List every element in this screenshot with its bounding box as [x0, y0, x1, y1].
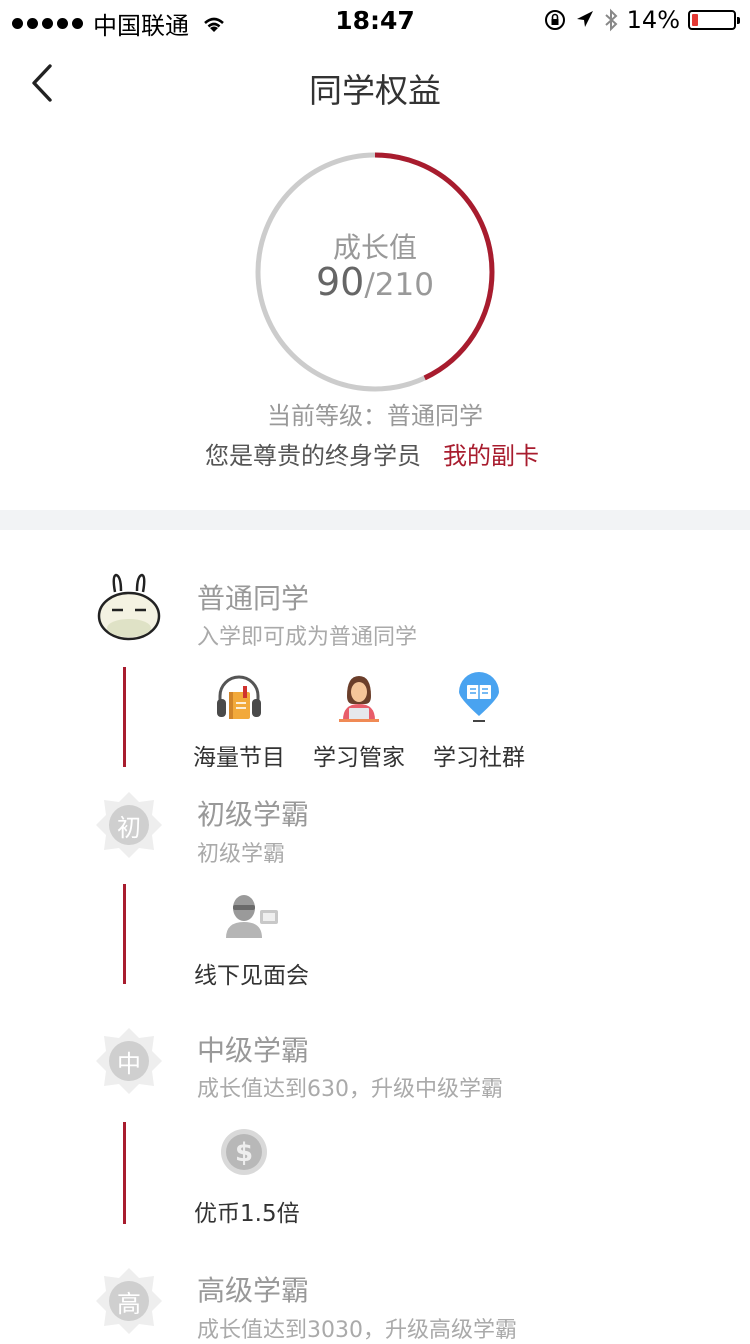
growth-current: 90: [316, 260, 365, 304]
tier-title: 中级学霸: [197, 1034, 310, 1067]
tier-badge: 中: [96, 1028, 162, 1094]
community-icon: [455, 672, 503, 724]
tier-badge: 高: [96, 1268, 162, 1334]
assistant-icon: [335, 672, 383, 724]
member-status: 您是尊贵的终身学员: [205, 442, 421, 470]
location-icon: [576, 11, 593, 27]
nav-bar: 同学权益: [0, 40, 750, 128]
orientation-lock-icon: [544, 10, 565, 30]
tier-badge: 初: [96, 792, 162, 858]
battery-percent: 14%: [626, 6, 680, 34]
tier-title: 高级学霸: [197, 1274, 310, 1307]
status-right: 14%: [543, 6, 740, 34]
current-level: 当前等级：普通同学: [267, 402, 483, 430]
rabbit-icon: [96, 572, 162, 641]
growth-total: /210: [364, 267, 434, 303]
perk-label: 海量节目: [193, 745, 285, 771]
coin-icon: $: [220, 1128, 268, 1180]
tier-title: 普通同学: [197, 582, 310, 615]
my-card-link[interactable]: 我的副卡: [443, 436, 539, 471]
perk-label: 优币1.5倍: [194, 1201, 300, 1227]
battery-icon: [688, 10, 740, 30]
tier-connector: [123, 884, 126, 984]
tier-title: 初级学霸: [197, 798, 310, 831]
tier-desc: 成长值达到3030，升级高级学霸: [197, 1318, 517, 1343]
growth-ring: 成长值 90/210: [253, 150, 497, 394]
status-bar: 中国联通 18:47 14%: [0, 0, 750, 40]
tier-desc: 成长值达到630，升级中级学霸: [197, 1077, 503, 1102]
tier-desc: 初级学霸: [197, 842, 286, 867]
headphones-book-icon: [215, 672, 263, 724]
page-title: 同学权益: [309, 71, 441, 110]
perk-label: 学习管家: [313, 745, 405, 771]
tier-connector: [123, 667, 126, 767]
perk-label: 线下见面会: [194, 963, 309, 989]
perk-label: 学习社群: [433, 745, 525, 771]
badge-text: 中: [117, 1050, 141, 1078]
tier-connector: [123, 1122, 126, 1224]
bluetooth-icon: [604, 8, 618, 32]
meetup-icon: [220, 890, 278, 942]
badge-text: 高: [117, 1290, 141, 1318]
tier-desc: 入学即可成为普通同学: [197, 625, 418, 650]
section-divider: [0, 510, 750, 530]
svg-text:$: $: [235, 1138, 253, 1168]
growth-value: 90/210: [253, 260, 497, 304]
badge-text: 初: [117, 814, 141, 842]
